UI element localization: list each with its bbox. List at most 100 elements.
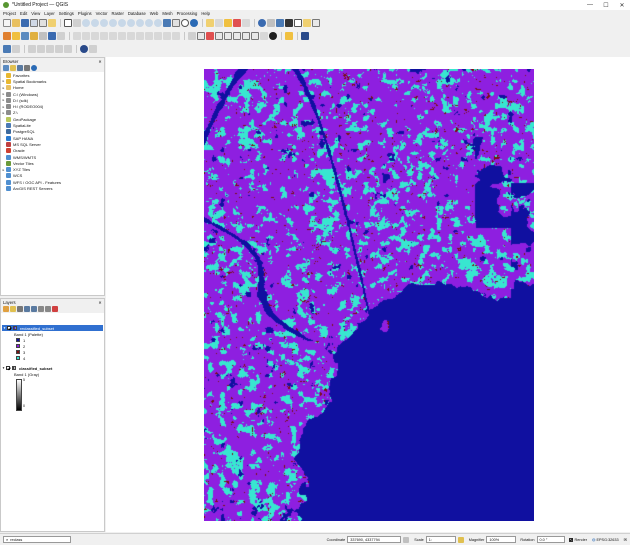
snapping-icon[interactable] bbox=[3, 45, 11, 53]
add-selected-layers-icon[interactable] bbox=[10, 65, 16, 71]
open-project-icon[interactable] bbox=[12, 18, 20, 27]
identify-icon[interactable] bbox=[258, 18, 266, 27]
panel-close-icon[interactable]: ✕ bbox=[96, 59, 104, 64]
new-geopackage-layer-icon[interactable] bbox=[12, 31, 20, 40]
style-manager-icon[interactable] bbox=[48, 18, 56, 27]
digitize-icon[interactable] bbox=[100, 31, 108, 40]
rotation-field[interactable]: 0.0 ° bbox=[536, 536, 565, 543]
split-features-icon[interactable] bbox=[64, 45, 72, 53]
bookmark-icon[interactable] bbox=[172, 18, 180, 27]
properties-icon[interactable] bbox=[31, 65, 37, 71]
filter-legend-expression-icon[interactable] bbox=[31, 306, 37, 312]
menu-raster[interactable]: Raster bbox=[112, 11, 124, 16]
zoom-to-selection-icon[interactable] bbox=[118, 18, 126, 27]
coordinate-field[interactable]: 337690, 4337794 bbox=[347, 536, 402, 543]
select-by-value-icon[interactable] bbox=[224, 18, 232, 27]
scale-field[interactable]: 1: bbox=[425, 536, 456, 543]
toggle-editing-icon[interactable] bbox=[82, 31, 90, 40]
menu-project[interactable]: Project bbox=[3, 11, 16, 16]
diagram-tool-icon[interactable] bbox=[206, 31, 214, 40]
cut-features-icon[interactable] bbox=[136, 31, 144, 40]
change-label-icon[interactable] bbox=[251, 31, 259, 40]
crs-label[interactable]: EPSG:32633 bbox=[596, 538, 618, 542]
modify-attributes-icon[interactable] bbox=[118, 31, 126, 40]
select-dropdown-icon[interactable] bbox=[215, 18, 223, 27]
crs-globe-icon[interactable]: ◍ bbox=[592, 537, 596, 542]
deselect-dropdown-icon[interactable] bbox=[242, 18, 250, 27]
menu-settings[interactable]: Settings bbox=[59, 11, 74, 16]
zoom-to-layer-icon[interactable] bbox=[127, 18, 135, 27]
save-edits-icon[interactable] bbox=[91, 31, 99, 40]
delete-selected-icon[interactable] bbox=[127, 31, 135, 40]
measure-icon[interactable] bbox=[294, 18, 302, 27]
new-virtual-layer-icon[interactable] bbox=[48, 31, 56, 40]
map-tips-icon[interactable] bbox=[312, 18, 320, 27]
save-project-icon[interactable] bbox=[21, 18, 29, 27]
temporal-controller-icon[interactable] bbox=[181, 18, 189, 27]
minimize-button[interactable]: — bbox=[582, 2, 598, 9]
menu-mesh[interactable]: Mesh bbox=[162, 11, 172, 16]
label-tool-icon[interactable] bbox=[197, 31, 205, 40]
edits-icon[interactable] bbox=[73, 31, 81, 40]
copy-features-icon[interactable] bbox=[145, 31, 153, 40]
statistics-icon[interactable] bbox=[276, 18, 284, 27]
new-map-view-icon[interactable] bbox=[163, 18, 171, 27]
undo-icon[interactable] bbox=[163, 31, 171, 40]
messages-icon[interactable]: ✉ bbox=[624, 537, 627, 542]
pan-to-selection-icon[interactable] bbox=[73, 18, 81, 27]
close-button[interactable]: ✕ bbox=[614, 2, 630, 9]
layer-visibility-checkbox[interactable] bbox=[7, 326, 11, 330]
zoom-rubberband-icon[interactable] bbox=[100, 18, 108, 27]
new-temporary-layer-icon[interactable] bbox=[39, 31, 47, 40]
digitize-shape-icon[interactable] bbox=[28, 45, 36, 53]
pin-labels-icon[interactable] bbox=[215, 31, 223, 40]
new-shapefile-layer-icon[interactable] bbox=[21, 31, 29, 40]
new-spatialite-layer-icon[interactable] bbox=[30, 31, 38, 40]
add-group-icon[interactable] bbox=[10, 306, 16, 312]
zoom-full-icon[interactable] bbox=[109, 18, 117, 27]
locator-search-field[interactable]: ⌕ reclass bbox=[3, 536, 71, 543]
move-label-icon[interactable] bbox=[233, 31, 241, 40]
label-toolbar-icon[interactable] bbox=[188, 31, 196, 40]
sum-icon[interactable] bbox=[285, 18, 293, 27]
text-annotation-icon[interactable] bbox=[303, 18, 311, 27]
manage-map-themes-icon[interactable] bbox=[17, 306, 23, 312]
menu-view[interactable]: View bbox=[31, 11, 40, 16]
python-console-icon[interactable] bbox=[285, 31, 293, 40]
deselect-icon[interactable] bbox=[233, 18, 241, 27]
collapse-all-icon[interactable] bbox=[24, 65, 30, 71]
menu-help[interactable]: Help bbox=[201, 11, 210, 16]
magnifier-field[interactable]: 100% bbox=[486, 536, 517, 543]
redo-icon[interactable] bbox=[172, 31, 180, 40]
menu-layer[interactable]: Layer bbox=[44, 11, 54, 16]
zoom-in-icon[interactable] bbox=[82, 18, 90, 27]
menu-processing[interactable]: Processing bbox=[177, 11, 198, 16]
zoom-last-icon[interactable] bbox=[145, 18, 153, 27]
panel-close-icon[interactable]: ✕ bbox=[96, 300, 104, 305]
refresh-icon[interactable] bbox=[190, 18, 198, 27]
plugin-globe-icon[interactable] bbox=[269, 31, 277, 40]
menu-vector[interactable]: Vector bbox=[96, 11, 108, 16]
menu-plugins[interactable]: Plugins bbox=[78, 11, 92, 16]
menu-database[interactable]: Database bbox=[128, 11, 146, 16]
vertex-tool-icon[interactable] bbox=[109, 31, 117, 40]
layout-manager-icon[interactable] bbox=[39, 18, 47, 27]
advanced-digitize-icon[interactable] bbox=[37, 45, 45, 53]
refresh-icon[interactable] bbox=[3, 65, 9, 71]
map-canvas[interactable] bbox=[106, 57, 630, 532]
filter-icon[interactable] bbox=[17, 65, 23, 71]
offset-curve-icon[interactable] bbox=[55, 45, 63, 53]
show-hide-labels-icon[interactable] bbox=[224, 31, 232, 40]
collapse-all-icon[interactable] bbox=[45, 306, 51, 312]
menu-web[interactable]: Web bbox=[150, 11, 159, 16]
open-layer-styling-icon[interactable] bbox=[3, 306, 9, 312]
zoom-next-icon[interactable] bbox=[154, 18, 162, 27]
snapping-dropdown-icon[interactable] bbox=[12, 45, 20, 53]
browser-item[interactable]: ArcGIS REST Servers bbox=[1, 185, 104, 191]
zoom-out-icon[interactable] bbox=[91, 18, 99, 27]
layer-visibility-checkbox[interactable] bbox=[6, 366, 10, 370]
paste-features-icon[interactable] bbox=[154, 31, 162, 40]
tracing-icon[interactable] bbox=[89, 45, 97, 53]
data-source-manager-icon[interactable] bbox=[3, 31, 11, 40]
pan-icon[interactable] bbox=[64, 18, 72, 27]
